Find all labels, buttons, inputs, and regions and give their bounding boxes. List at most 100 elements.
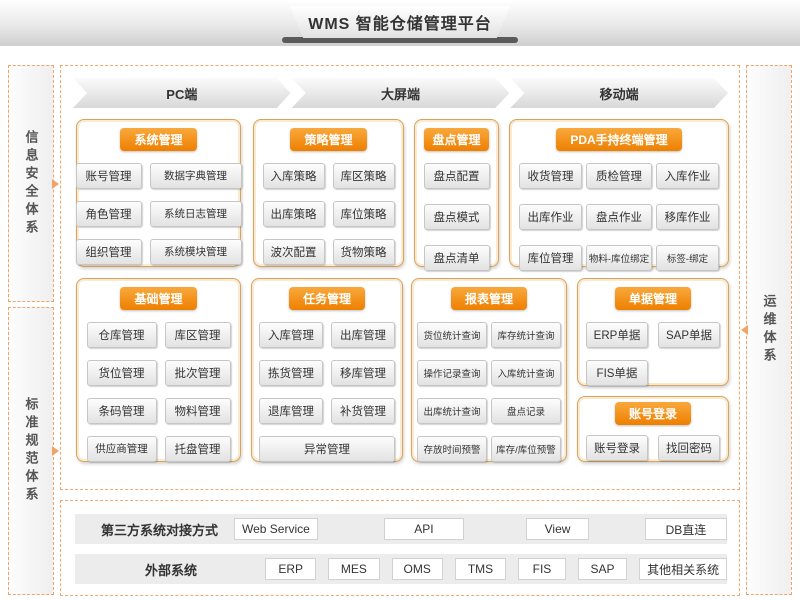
module-box-system: 系统管理 账号管理 数据字典管理 角色管理 系统日志管理 组织管理 系统模块管理 (76, 119, 241, 267)
module-box-login: 账号登录 账号登录 找回密码 (577, 396, 729, 462)
client-banner-row: PC端 大屏端 移动端 (73, 78, 729, 108)
tab-pc-client[interactable]: PC端 (73, 78, 291, 108)
feature-button[interactable]: 货位管理 (87, 360, 157, 386)
feature-button[interactable]: 数据字典管理 (150, 163, 242, 189)
feature-button[interactable]: 出库统计查询 (417, 398, 487, 424)
feature-button[interactable]: 库存/库位预警 (491, 436, 561, 462)
feature-button[interactable]: 存放时间预警 (417, 436, 487, 462)
feature-button[interactable]: 出库管理 (331, 322, 395, 348)
wms-architecture-page: WMS 智能仓储管理平台 信息安全体系 标准规范体系 运维体系 PC端 大屏端 … (0, 0, 800, 600)
pillar-operations: 运维体系 (746, 65, 792, 595)
feature-button[interactable]: 补货管理 (331, 398, 395, 424)
feature-button[interactable]: 库位管理 (519, 245, 582, 271)
module-title: 任务管理 (289, 287, 365, 310)
external-system-button[interactable]: MES (328, 558, 379, 580)
external-system-button[interactable]: TMS (455, 558, 506, 580)
module-box-pda: PDA手持终端管理 收货管理 质检管理 入库作业 出库作业 盘点作业 移库作业 … (509, 119, 729, 267)
external-system-button[interactable]: FIS (518, 558, 566, 580)
feature-button[interactable]: 拣货管理 (259, 360, 323, 386)
feature-button[interactable]: 库位策略 (333, 201, 395, 227)
feature-button[interactable]: 系统日志管理 (150, 201, 242, 227)
feature-button[interactable]: 条码管理 (87, 398, 157, 424)
module-title: 系统管理 (120, 128, 196, 151)
external-systems-label: 外部系统 (145, 560, 197, 579)
module-title: 单据管理 (615, 287, 691, 310)
feature-button[interactable]: 账号管理 (76, 163, 142, 189)
feature-button[interactable]: 盘点配置 (424, 163, 490, 189)
feature-button[interactable]: SAP单据 (658, 322, 720, 348)
module-title: 报表管理 (451, 287, 527, 310)
integration-panel: 第三方系统对接方式 Web Service API View DB直连 外部系统… (60, 500, 740, 596)
feature-button[interactable]: 入库策略 (263, 163, 325, 189)
external-systems-row: 外部系统 ERP MES OMS TMS FIS SAP 其他相关系统 (75, 554, 727, 584)
integration-button[interactable]: Web Service (234, 518, 318, 540)
feature-button[interactable]: 入库作业 (656, 163, 719, 189)
feature-button[interactable]: ERP单据 (586, 322, 648, 348)
pillar-label: 运维体系 (760, 294, 779, 366)
feature-button[interactable]: 货位统计查询 (417, 322, 487, 348)
top-title-bar: WMS 智能仓储管理平台 (0, 0, 800, 46)
pillar-info-security: 信息安全体系 (8, 65, 54, 302)
main-modules-panel: PC端 大屏端 移动端 系统管理 账号管理 数据字典管理 角色管理 系统日志管理… (60, 65, 740, 490)
feature-button[interactable]: 仓库管理 (87, 322, 157, 348)
module-title: 基础管理 (120, 287, 196, 310)
module-box-documents: 单据管理 ERP单据 SAP单据 FIS单据 (577, 278, 729, 386)
feature-button[interactable]: 系统模块管理 (150, 239, 242, 265)
pillar-standards: 标准规范体系 (8, 307, 54, 595)
feature-button[interactable]: 退库管理 (259, 398, 323, 424)
feature-button[interactable]: 库区策略 (333, 163, 395, 189)
third-party-row: 第三方系统对接方式 Web Service API View DB直连 (75, 514, 727, 544)
feature-button[interactable]: 盘点记录 (491, 398, 561, 424)
feature-button[interactable]: 移库作业 (656, 204, 719, 230)
module-title: PDA手持终端管理 (556, 128, 681, 151)
feature-button[interactable]: 收货管理 (519, 163, 582, 189)
feature-button[interactable]: 组织管理 (76, 239, 142, 265)
external-system-button[interactable]: OMS (392, 558, 443, 580)
integration-button[interactable]: View (526, 518, 589, 540)
external-system-button[interactable]: ERP (265, 558, 316, 580)
feature-button[interactable]: 操作记录查询 (417, 360, 487, 386)
feature-button[interactable]: 货物策略 (333, 239, 395, 265)
module-title: 盘点管理 (424, 128, 488, 151)
module-box-report: 报表管理 货位统计查询 库存统计查询 操作记录查询 入库统计查询 出库统计查询 … (411, 278, 567, 462)
module-box-task: 任务管理 入库管理 出库管理 拣货管理 移库管理 退库管理 补货管理 异常管理 (251, 278, 403, 462)
tab-bigscreen-client[interactable]: 大屏端 (292, 78, 510, 108)
feature-button[interactable]: 库存统计查询 (491, 322, 561, 348)
feature-button[interactable]: 库区管理 (165, 322, 231, 348)
module-title: 账号登录 (615, 402, 691, 425)
feature-button[interactable]: 入库管理 (259, 322, 323, 348)
feature-button[interactable]: 供应商管理 (87, 436, 157, 462)
feature-button[interactable]: 物料管理 (165, 398, 231, 424)
pillar-label: 标准规范体系 (22, 397, 41, 505)
feature-button[interactable]: 质检管理 (586, 163, 652, 189)
feature-button[interactable]: 异常管理 (259, 436, 395, 462)
tab-mobile-client[interactable]: 移动端 (510, 78, 728, 108)
feature-button[interactable]: 移库管理 (331, 360, 395, 386)
module-box-stocktake: 盘点管理 盘点配置 盘点模式 盘点清单 (414, 119, 499, 267)
feature-button[interactable]: 波次配置 (263, 239, 325, 265)
feature-button[interactable]: 盘点清单 (424, 245, 490, 271)
third-party-label: 第三方系统对接方式 (101, 520, 218, 539)
chevron-right-icon (52, 446, 59, 456)
page-title: WMS 智能仓储管理平台 (290, 6, 510, 38)
pillar-label: 信息安全体系 (22, 130, 41, 238)
feature-button[interactable]: 托盘管理 (165, 436, 231, 462)
external-system-button[interactable]: 其他相关系统 (639, 558, 727, 580)
feature-button[interactable]: 账号登录 (586, 435, 648, 461)
feature-button[interactable]: 盘点作业 (586, 204, 652, 230)
feature-button[interactable]: 盘点模式 (424, 204, 490, 230)
external-system-button[interactable]: SAP (578, 558, 627, 580)
integration-button[interactable]: API (384, 518, 464, 540)
feature-button[interactable]: 标签-绑定 (656, 245, 719, 271)
feature-button[interactable]: 入库统计查询 (491, 360, 561, 386)
module-box-basic: 基础管理 仓库管理 库区管理 货位管理 批次管理 条码管理 物料管理 供应商管理… (76, 278, 241, 462)
feature-button[interactable]: 出库策略 (263, 201, 325, 227)
feature-button[interactable]: 出库作业 (519, 204, 582, 230)
feature-button[interactable]: 物料-库位绑定 (586, 245, 652, 271)
feature-button[interactable]: FIS单据 (586, 360, 648, 386)
feature-button[interactable]: 找回密码 (658, 435, 720, 461)
module-title: 策略管理 (290, 128, 366, 151)
integration-button[interactable]: DB直连 (645, 518, 727, 540)
feature-button[interactable]: 角色管理 (76, 201, 142, 227)
feature-button[interactable]: 批次管理 (165, 360, 231, 386)
